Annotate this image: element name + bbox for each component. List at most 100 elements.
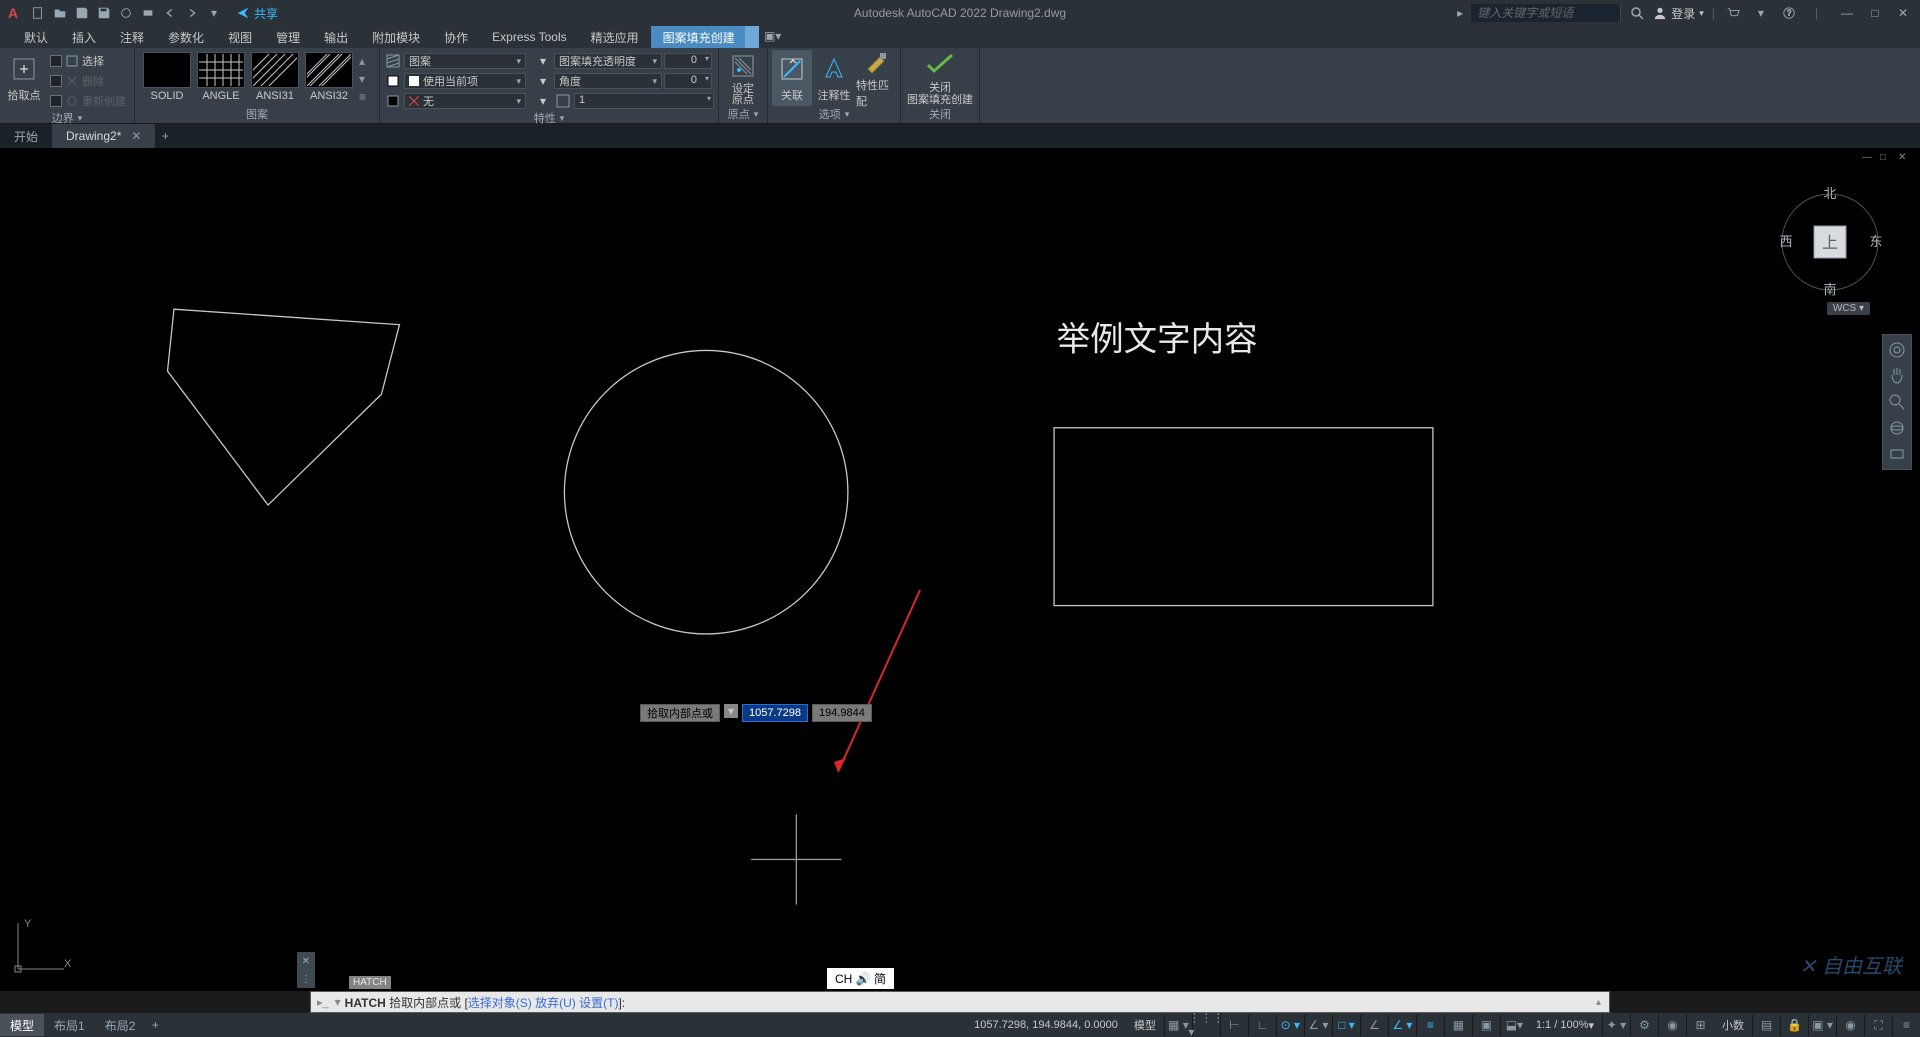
tab-parametric[interactable]: 参数化 <box>156 26 216 48</box>
viewport-close[interactable]: ✕ <box>1898 152 1912 164</box>
qat-open-icon[interactable] <box>50 3 70 23</box>
tab-addins[interactable]: 附加模块 <box>360 26 432 48</box>
viewcube[interactable]: 北 南 东 西 上 <box>1776 172 1884 302</box>
pattern-scroll-down[interactable]: ▾ <box>359 72 371 84</box>
workspace-switch[interactable]: ⚙ <box>1630 1014 1658 1036</box>
pattern-angle[interactable]: ANGLE <box>197 52 245 102</box>
drawing-canvas[interactable]: — □ ✕ 北 南 东 西 上 WCS ▾ <box>0 148 1920 991</box>
qat-web-icon[interactable] <box>116 3 136 23</box>
dyn-options-icon[interactable]: ▾ <box>724 704 738 718</box>
dyn-y-value[interactable]: 194.9844 <box>812 704 872 722</box>
qat-plot-icon[interactable] <box>138 3 158 23</box>
tab-collaborate[interactable]: 协作 <box>432 26 480 48</box>
pattern-scroll-up[interactable]: ▴ <box>359 54 371 66</box>
polar-toggle[interactable]: ⊙ ▾ <box>1276 1014 1304 1036</box>
viewport-minimize[interactable]: — <box>1862 152 1876 164</box>
dyn-x-value[interactable]: 1057.7298 <box>742 704 808 722</box>
share-button[interactable]: 共享 <box>236 5 278 22</box>
qat-saveas-icon[interactable] <box>94 3 114 23</box>
annotation-monitor[interactable]: ◉ <box>1658 1014 1686 1036</box>
iso-toggle[interactable]: ∠ ▾ <box>1304 1014 1332 1036</box>
lock-ui[interactable]: 🔒 <box>1780 1014 1808 1036</box>
tab-annotate[interactable]: 注释 <box>108 26 156 48</box>
command-line[interactable]: ✕⋮ HATCH ▸_ ▾ HATCH 拾取内部点或 [选择对象(S) 放弃(U… <box>310 991 1610 1013</box>
pattern-type-dropdown[interactable]: 图案 <box>404 53 526 69</box>
annotation-toggle[interactable]: ⬓▾ <box>1500 1014 1528 1036</box>
qat-redo-icon[interactable] <box>182 3 202 23</box>
minimize-button[interactable]: — <box>1834 3 1860 23</box>
customize-status[interactable]: ≡ <box>1892 1014 1920 1036</box>
cart-icon[interactable] <box>1723 3 1743 23</box>
scale-value[interactable]: 1 <box>574 93 714 109</box>
tab-output[interactable]: 输出 <box>312 26 360 48</box>
infer-toggle[interactable]: ⊢ <box>1220 1014 1248 1036</box>
search-input[interactable]: 键入关键字或短语 <box>1471 4 1621 22</box>
qat-new-icon[interactable] <box>28 3 48 23</box>
angle-value[interactable]: 0 <box>664 73 712 89</box>
pattern-ansi31[interactable]: ANSI31 <box>251 52 299 102</box>
qat-save-icon[interactable] <box>72 3 92 23</box>
nav-showmotion-icon[interactable] <box>1883 443 1911 465</box>
ribbon-expand-icon[interactable]: ▣▾ <box>763 26 783 46</box>
search-icon[interactable] <box>1629 5 1645 21</box>
layout-tab-model[interactable]: 模型 <box>0 1014 44 1036</box>
qat-undo-icon[interactable] <box>160 3 180 23</box>
layout-tab-1[interactable]: 布局1 <box>44 1014 95 1036</box>
layer-dropdown[interactable]: 使用当前项 <box>404 73 526 89</box>
tab-express[interactable]: Express Tools <box>480 26 578 48</box>
ortho-toggle[interactable]: ∟ <box>1248 1014 1276 1036</box>
tab-hatch-creation[interactable]: 图案填充创建 <box>651 26 747 48</box>
cmd-dropdown-icon[interactable]: ▾ <box>335 995 345 1009</box>
3dosnap-toggle[interactable]: ∠ <box>1360 1014 1388 1036</box>
layout-tab-2[interactable]: 布局2 <box>95 1014 146 1036</box>
associative-button[interactable]: 关联 <box>772 50 812 106</box>
tab-insert[interactable]: 插入 <box>60 26 108 48</box>
pattern-gallery-expand[interactable]: ≡ <box>359 90 371 102</box>
wcs-label[interactable]: WCS ▾ <box>1827 302 1870 315</box>
clean-screen[interactable]: ⛶ <box>1864 1014 1892 1036</box>
qat-dropdown-icon[interactable]: ▾ <box>204 3 224 23</box>
nav-wheel-icon[interactable] <box>1883 339 1911 361</box>
transparency-value[interactable]: 0 <box>664 53 712 69</box>
lwt-toggle[interactable]: ≡ <box>1416 1014 1444 1036</box>
model-space-label[interactable]: 模型 <box>1126 1017 1164 1033</box>
otrack-toggle[interactable]: ∠ ▾ <box>1388 1014 1416 1036</box>
maximize-button[interactable]: □ <box>1862 3 1888 23</box>
bg-dropdown[interactable]: 无 <box>404 93 526 109</box>
cmd-handle[interactable]: ✕⋮ <box>297 952 315 988</box>
doc-tab-drawing[interactable]: Drawing2*✕ <box>52 124 155 148</box>
tab-view[interactable]: 视图 <box>216 26 264 48</box>
select-button[interactable]: 选择 <box>46 52 130 70</box>
nav-zoom-icon[interactable] <box>1883 391 1911 413</box>
layout-add[interactable]: + <box>145 1014 165 1036</box>
pick-points-button[interactable]: 拾取点 <box>4 50 44 106</box>
pattern-solid[interactable]: SOLID <box>143 52 191 102</box>
match-properties-button[interactable]: 特性匹配 <box>856 50 896 106</box>
units-toggle[interactable]: ⊞ <box>1686 1014 1714 1036</box>
tab-manage[interactable]: 管理 <box>264 26 312 48</box>
snap-toggle[interactable]: ⋮⋮⋮ ▾ <box>1192 1014 1220 1036</box>
close-button[interactable]: ✕ <box>1890 3 1916 23</box>
quick-props[interactable]: ▤ <box>1752 1014 1780 1036</box>
hardware-accel[interactable]: ◉ <box>1836 1014 1864 1036</box>
close-hatch-button[interactable]: 关闭 图案填充创建 <box>905 50 975 106</box>
viewport-maximize[interactable]: □ <box>1880 152 1894 164</box>
cycling-toggle[interactable]: ▣ <box>1472 1014 1500 1036</box>
nav-orbit-icon[interactable] <box>1883 417 1911 439</box>
pattern-ansi32[interactable]: ANSI32 <box>305 52 353 102</box>
app-menu-icon[interactable]: ▾ <box>1751 3 1771 23</box>
tab-default[interactable]: 默认 <box>12 26 60 48</box>
transparency-toggle[interactable]: ▦ <box>1444 1014 1472 1036</box>
annotative-button[interactable]: 注释性 <box>814 50 854 106</box>
set-origin-button[interactable]: 设定 原点 <box>723 50 763 106</box>
isolate-toggle[interactable]: ▣ ▾ <box>1808 1014 1836 1036</box>
doc-tab-start[interactable]: 开始 <box>0 124 52 148</box>
scale-display[interactable]: 1:1 / 100% ▾ <box>1528 1019 1602 1032</box>
tab-featured[interactable]: 精选应用 <box>579 26 651 48</box>
cmd-history-icon[interactable]: ▴ <box>1596 997 1601 1008</box>
login-button[interactable]: 登录 ▾ <box>1653 5 1704 22</box>
osnap-toggle[interactable]: □ ▾ <box>1332 1014 1360 1036</box>
nav-pan-icon[interactable] <box>1883 365 1911 387</box>
doc-tab-add[interactable]: + <box>155 126 175 146</box>
help-icon[interactable]: ? <box>1779 3 1799 23</box>
